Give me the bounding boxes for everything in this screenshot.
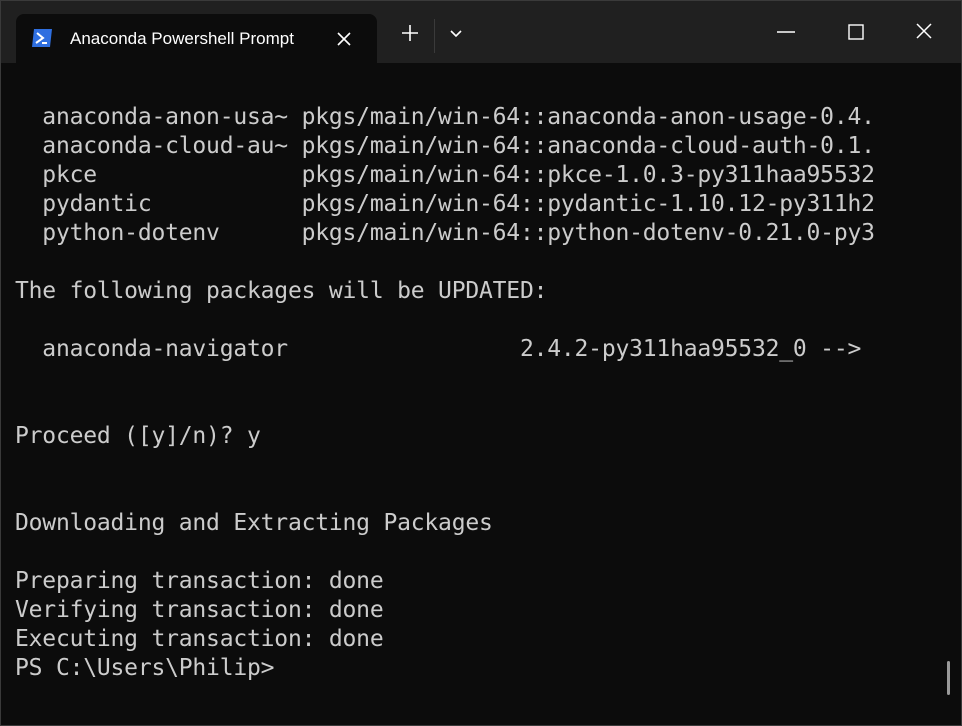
title-bar[interactable]: Anaconda Powershell Prompt	[1, 1, 961, 63]
powershell-icon	[31, 28, 53, 48]
terminal-line: pkce pkgs/main/win-64::pkce-1.0.3-py311h…	[15, 162, 875, 188]
tab-dropdown-button[interactable]	[439, 15, 473, 51]
scrollbar-thumb[interactable]	[947, 661, 950, 695]
terminal-line: python-dotenv pkgs/main/win-64::python-d…	[15, 220, 875, 246]
terminal-line: Executing transaction: done	[15, 626, 384, 652]
maximize-button[interactable]	[821, 1, 889, 63]
terminal-line: The following packages will be UPDATED:	[15, 278, 548, 304]
plus-icon	[402, 25, 418, 41]
terminal-line: pydantic pkgs/main/win-64::pydantic-1.10…	[15, 191, 875, 217]
tab-separator	[434, 19, 435, 53]
terminal-output[interactable]: anaconda-anon-usa~ pkgs/main/win-64::ana…	[1, 63, 961, 725]
terminal-line: anaconda-navigator 2.4.2-py311haa95532_0…	[15, 336, 862, 362]
terminal-line: Proceed ([y]/n)? y	[15, 423, 261, 449]
terminal-line: Downloading and Extracting Packages	[15, 510, 493, 536]
minimize-icon	[777, 31, 795, 33]
tab-title: Anaconda Powershell Prompt	[70, 29, 294, 48]
terminal-line: anaconda-anon-usa~ pkgs/main/win-64::ana…	[15, 104, 875, 130]
terminal-window: Anaconda Powershell Prompt anaconda-anon…	[0, 0, 962, 726]
terminal-line: Preparing transaction: done	[15, 568, 384, 594]
minimize-button[interactable]	[751, 1, 819, 63]
maximize-icon	[848, 24, 864, 40]
close-icon	[337, 32, 351, 46]
close-tab-button[interactable]	[332, 28, 356, 50]
terminal-text: anaconda-anon-usa~ pkgs/main/win-64::ana…	[15, 103, 875, 683]
chevron-down-icon	[450, 30, 462, 38]
terminal-line: Verifying transaction: done	[15, 597, 384, 623]
close-window-button[interactable]	[891, 1, 959, 63]
terminal-line: anaconda-cloud-au~ pkgs/main/win-64::ana…	[15, 133, 875, 159]
close-icon	[916, 23, 932, 39]
terminal-prompt[interactable]: PS C:\Users\Philip>	[15, 654, 875, 683]
new-tab-button[interactable]	[390, 15, 430, 51]
tab-anaconda-powershell-prompt[interactable]: Anaconda Powershell Prompt	[16, 14, 377, 63]
